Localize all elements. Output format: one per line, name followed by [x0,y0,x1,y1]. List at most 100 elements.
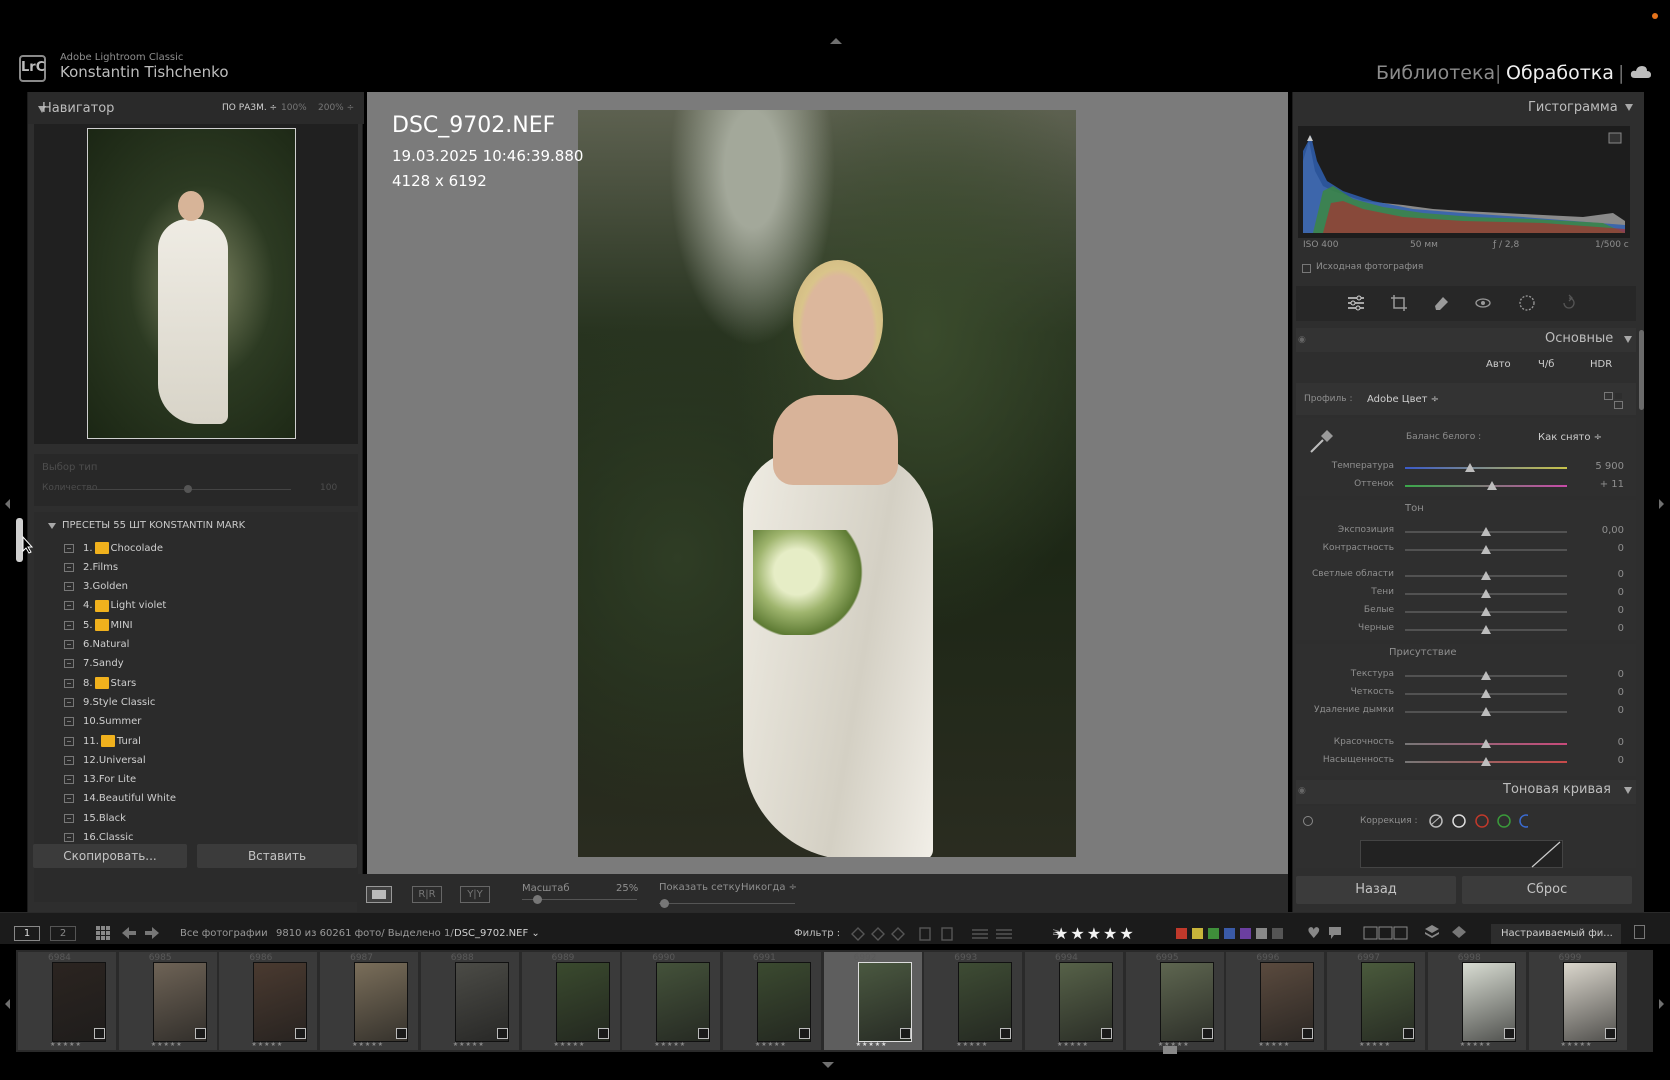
navigator-thumbnail[interactable] [87,128,296,439]
collapse-right-panel-arrow[interactable] [1659,499,1664,509]
eyedropper-icon[interactable] [1307,426,1337,456]
right-panel-scrollbar[interactable] [1639,330,1644,410]
filmstrip-frame[interactable]: 6997 ★★★★★ [1327,952,1427,1050]
filmstrip-frame[interactable]: 6986 ★★★★★ [219,952,319,1050]
basic-panel-title[interactable]: Основные [1545,331,1613,346]
filmstrip-scrollbar[interactable] [1163,1046,1177,1054]
filmstrip-frame[interactable]: 6995 ★★★★★ [1125,952,1225,1050]
black-white-button[interactable]: Ч/б [1538,359,1554,370]
slider-value[interactable]: 0 [1574,737,1624,748]
collapse-left-panel-arrow[interactable] [5,499,10,509]
grid-select[interactable]: Никогда ÷ [741,882,797,893]
color-label-swatch[interactable] [1208,928,1219,939]
main-window-button[interactable]: 1 [14,926,40,941]
slider-thumb[interactable] [1487,481,1498,490]
reset-button[interactable]: Сброс [1462,876,1632,904]
stack-icon[interactable] [1424,924,1440,940]
rating-filter-stars[interactable]: ★★★★★ [1054,924,1136,943]
filmstrip-frame[interactable]: 6985 ★★★★★ [118,952,218,1050]
profile-select[interactable]: Adobe Цвет ÷ [1367,394,1439,405]
rotate-icon[interactable] [1560,294,1578,312]
preset-item[interactable]: 1. Chocolade [64,539,344,557]
before-after-split-button[interactable]: Y|Y [460,886,490,903]
grid-slider-thumb[interactable] [660,899,669,908]
preset-item[interactable]: 6.Natural [64,636,344,654]
preset-item[interactable]: 9.Style Classic [64,693,344,711]
auto-button[interactable]: Авто [1486,359,1511,370]
slider-thumb[interactable] [1481,707,1491,716]
target-adjust-icon[interactable] [1303,816,1313,826]
main-photo[interactable] [578,110,1076,857]
slider-thumb[interactable] [1481,545,1491,554]
preset-item[interactable]: 8. Stars [64,674,344,692]
preset-item[interactable]: 3.Golden [64,578,344,596]
white-balance-select[interactable]: Как снято ÷ [1538,432,1602,443]
cloud-icon[interactable] [1630,65,1652,79]
preset-item[interactable]: 7.Sandy [64,655,344,673]
selected-file-name[interactable]: DSC_9702.NEF ⌄ [454,928,540,939]
collapse-triangle-icon[interactable] [1624,787,1632,794]
before-after-button[interactable]: R|R [412,886,442,903]
slider-track[interactable] [1405,467,1567,469]
preset-item[interactable]: 13.For Lite [64,771,344,789]
panel-visibility-icon[interactable]: ◉ [1298,335,1306,345]
previous-settings-button[interactable]: Назад [1296,876,1456,904]
paste-settings-button[interactable]: Вставить [197,844,357,868]
collapse-top-panel-arrow[interactable] [830,38,842,44]
curve-channel-icons[interactable] [1428,813,1528,829]
profile-browser-icon[interactable] [1604,392,1623,409]
filmstrip-frame[interactable]: 6992 ★★★★★ [823,952,923,1050]
grid-view-icon[interactable] [96,926,110,940]
panel-visibility-icon[interactable]: ◉ [1298,786,1306,796]
original-photo-checkbox[interactable] [1302,264,1311,273]
diamond-icon[interactable] [1452,926,1466,938]
arrow-right-icon[interactable] [145,927,159,939]
collapse-bottom-panel-arrow[interactable] [822,1062,834,1068]
slider-value[interactable]: 0 [1574,669,1624,680]
eraser-icon[interactable] [1432,294,1450,312]
slider-thumb[interactable] [1481,689,1491,698]
color-label-swatch[interactable] [1176,928,1187,939]
slider-value[interactable]: 0 [1574,687,1624,698]
preset-item[interactable]: 14.Beautiful White [64,790,344,808]
crop-icon[interactable] [1390,294,1408,312]
loupe-view-button[interactable] [366,886,392,903]
copy-settings-button[interactable]: Скопировать... [33,844,187,868]
slider-value[interactable]: 0 [1574,605,1624,616]
slider-value[interactable]: 0 [1574,705,1624,716]
filmstrip-frame[interactable]: 6984 ★★★★★ [18,952,117,1050]
slider-value[interactable]: 0 [1574,587,1624,598]
expand-triangle-icon[interactable] [48,523,56,529]
slider-value[interactable]: 0 [1574,543,1624,554]
zoom-fit-option[interactable]: ПО РАЗМ. ÷ [222,103,277,113]
filmstrip-frame[interactable]: 6991 ★★★★★ [722,952,822,1050]
zoom-200-option[interactable]: 200% ÷ [318,103,354,113]
slider-thumb[interactable] [1481,527,1491,536]
slider-value[interactable]: 0 [1574,569,1624,580]
slider-value[interactable]: 0 [1574,755,1624,766]
preset-item[interactable]: 12.Universal [64,751,344,769]
tone-curve-title[interactable]: Тоновая кривая [1503,782,1611,797]
comment-icon[interactable] [1328,926,1342,940]
filmstrip-frame[interactable]: 6994 ★★★★★ [1025,952,1124,1050]
filmstrip-scroll-left-arrow[interactable] [5,999,10,1009]
slider-thumb[interactable] [1481,757,1491,766]
filter-lock-icon[interactable] [1634,925,1645,939]
module-develop[interactable]: Обработка [1506,62,1614,84]
mask-icon[interactable] [1518,294,1536,312]
filter-layout-icons[interactable] [1363,926,1409,940]
slider-thumb[interactable] [1481,739,1491,748]
slider-thumb[interactable] [1481,625,1491,634]
filmstrip-frame[interactable]: 6987 ★★★★★ [320,952,420,1050]
filmstrip-frame[interactable]: 6999 ★★★★★ [1528,952,1628,1050]
preset-group-title[interactable]: ПРЕСЕТЫ 55 ШТ KONSTANTIN MARK [62,520,245,531]
filmstrip-frame[interactable]: 6998 ★★★★★ [1427,952,1527,1050]
redeye-icon[interactable] [1474,294,1492,312]
color-label-swatch[interactable] [1272,928,1283,939]
preset-item[interactable]: 15.Black [64,809,344,827]
slider-value[interactable]: + 11 [1574,479,1624,490]
color-label-swatch[interactable] [1256,928,1267,939]
slider-thumb[interactable] [1481,607,1491,616]
preset-item[interactable]: 11. Tural [64,732,344,750]
arrow-left-icon[interactable] [122,927,136,939]
